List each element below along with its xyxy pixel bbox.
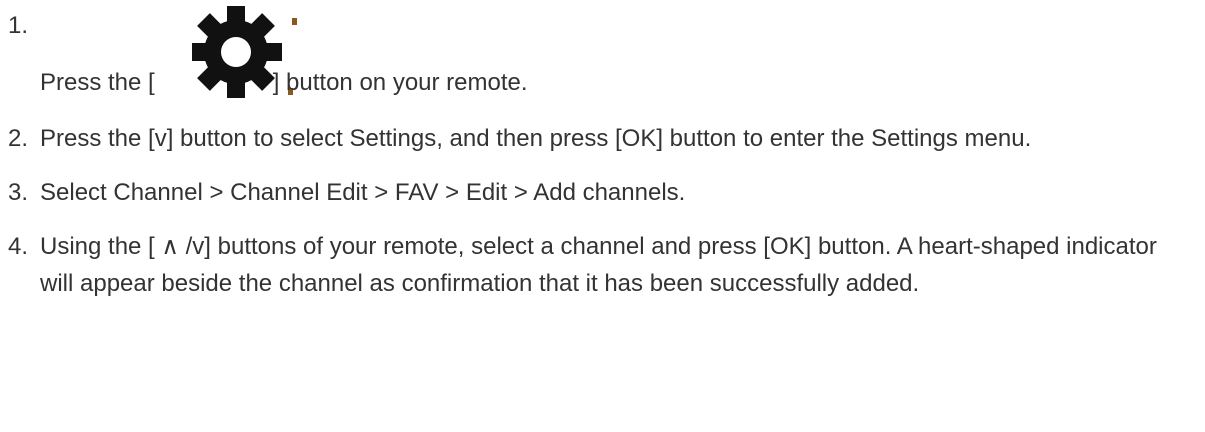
- step-number: 1.: [8, 12, 29, 39]
- step-2-text: Press the [v] button to select Settings,…: [40, 125, 1032, 152]
- instruction-list: 1. Press the [] button on your remote. 2…: [0, 0, 1205, 302]
- step-1: 1. Press the [] button on your remote.: [0, 0, 1205, 108]
- step-1-before: Press the [: [40, 69, 155, 96]
- step-number: 4.: [8, 233, 29, 260]
- step-4-text: Using the [ ∧ /v] buttons of your remote…: [40, 233, 1157, 297]
- step-2: 2. Press the [v] button to select Settin…: [0, 120, 1205, 157]
- step-1-text: Press the [ ] button on your remote.: [40, 64, 1160, 101]
- step-number: 3.: [8, 179, 29, 206]
- step-3: 3. Select Channel > Channel Edit > FAV >…: [0, 174, 1205, 211]
- step-3-text: Select Channel > Channel Edit > FAV > Ed…: [40, 179, 686, 206]
- step-4: 4. Using the [ ∧ /v] buttons of your rem…: [0, 228, 1205, 302]
- icon-dot: [292, 18, 297, 25]
- step-1-after: ] button on your remote.: [272, 69, 528, 96]
- step-number: 2.: [8, 125, 29, 152]
